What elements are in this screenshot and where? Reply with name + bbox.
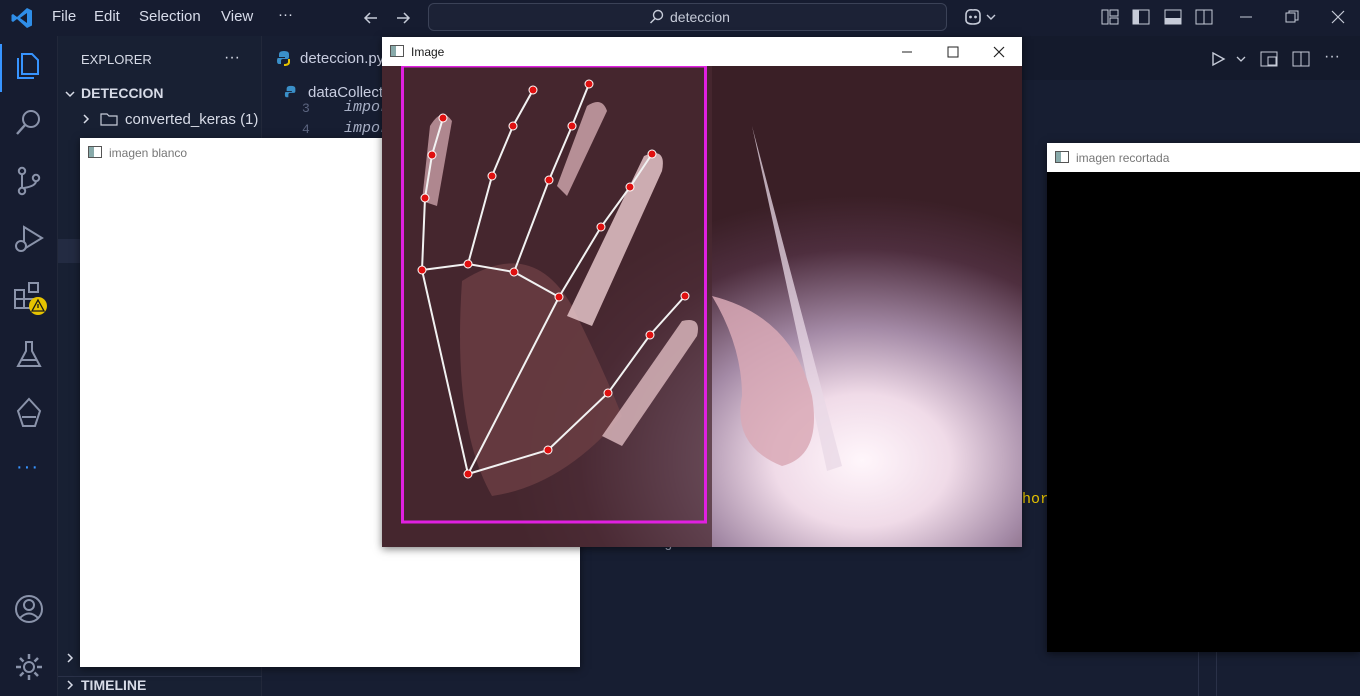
project-folder-title[interactable]: DETECCION xyxy=(81,85,163,101)
run-python-icon[interactable] xyxy=(1210,51,1226,67)
landmark-point xyxy=(528,85,538,95)
chevron-down-icon[interactable] xyxy=(1236,54,1246,64)
menu-edit[interactable]: Edit xyxy=(94,8,120,25)
close-icon[interactable] xyxy=(1330,9,1346,25)
landmark-point xyxy=(420,193,430,203)
window-close-button[interactable] xyxy=(976,37,1022,66)
search-view-icon[interactable] xyxy=(12,106,46,140)
landmark-point xyxy=(543,445,553,455)
tab-label: deteccion.py xyxy=(300,50,385,67)
line-number: 3 xyxy=(302,101,310,116)
window-title: imagen blanco xyxy=(109,146,188,160)
explorer-header: EXPLORER xyxy=(81,52,152,67)
customize-layout-icon[interactable] xyxy=(1101,9,1119,25)
restore-icon[interactable] xyxy=(1284,9,1300,25)
more-views-icon[interactable]: ··· xyxy=(16,456,46,478)
editor-more-actions[interactable]: ··· xyxy=(1324,48,1340,66)
landmark-point xyxy=(487,171,497,181)
landmark-point xyxy=(645,330,655,340)
close-icon xyxy=(993,46,1005,57)
code-fragment: hor xyxy=(1022,491,1050,508)
source-control-icon[interactable] xyxy=(12,164,46,198)
python-file-icon xyxy=(284,85,296,98)
landmark-point xyxy=(427,150,437,160)
tab-deteccion[interactable]: deteccion.py xyxy=(262,36,392,80)
forward-arrow-icon[interactable] xyxy=(394,9,412,27)
testing-icon[interactable] xyxy=(12,338,46,372)
landmark-point xyxy=(508,121,518,131)
folder-icon xyxy=(100,113,118,126)
landmark-point xyxy=(463,259,473,269)
vscode-logo-icon xyxy=(11,8,32,28)
cropped-image-canvas xyxy=(1047,172,1360,652)
back-arrow-icon[interactable] xyxy=(362,9,380,27)
window-title: Image xyxy=(411,45,445,59)
python-file-icon xyxy=(277,51,290,66)
landmark-point xyxy=(567,121,577,131)
account-icon[interactable] xyxy=(12,592,46,626)
window-minimize-button[interactable] xyxy=(884,37,930,66)
landmark-point xyxy=(544,175,554,185)
landmark-point xyxy=(463,469,473,479)
explorer-more-button[interactable]: ··· xyxy=(224,49,240,67)
minimize-icon xyxy=(902,51,912,52)
window-imagen-recortada: imagen recortada xyxy=(1047,143,1360,652)
window-app-icon xyxy=(1055,151,1069,163)
window-maximize-button[interactable] xyxy=(930,37,976,66)
open-preview-icon[interactable] xyxy=(1260,51,1278,67)
chevron-down-icon[interactable] xyxy=(64,88,76,100)
menu-view[interactable]: View xyxy=(221,8,253,25)
landmark-point xyxy=(603,388,613,398)
minimize-icon[interactable] xyxy=(1238,9,1254,25)
timeline-section[interactable]: TIMELINE xyxy=(81,677,146,693)
landmark-point xyxy=(417,265,427,275)
landmark-point xyxy=(680,291,690,301)
split-editor-icon[interactable] xyxy=(1292,51,1310,67)
title-bar: File Edit Selection View ··· deteccion xyxy=(0,0,1360,36)
window-app-icon xyxy=(88,146,102,158)
line-number: 4 xyxy=(302,122,310,137)
window-image: Image xyxy=(382,37,1022,547)
landmark-point xyxy=(584,79,594,89)
chevron-right-icon[interactable] xyxy=(80,113,92,125)
landmark-point xyxy=(438,113,448,123)
gear-icon[interactable] xyxy=(12,650,46,684)
maximize-icon xyxy=(947,46,959,57)
explorer-icon[interactable] xyxy=(12,48,46,82)
chevron-right-icon[interactable] xyxy=(64,652,76,664)
toggle-panel-icon[interactable] xyxy=(1164,9,1182,25)
chevron-right-icon[interactable] xyxy=(64,679,76,691)
window-title: imagen recortada xyxy=(1076,151,1170,165)
active-indicator xyxy=(0,44,2,92)
landmark-point xyxy=(509,267,519,277)
warning-badge-icon xyxy=(29,297,47,315)
search-text: deteccion xyxy=(670,9,730,25)
window-titlebar[interactable]: imagen recortada xyxy=(1047,143,1360,172)
activity-bar: ··· xyxy=(0,36,58,696)
search-icon xyxy=(649,9,664,24)
menu-more[interactable]: ··· xyxy=(278,6,293,23)
toggle-sidebar-icon[interactable] xyxy=(1132,9,1150,25)
window-app-icon xyxy=(390,45,404,57)
landmark-point xyxy=(625,182,635,192)
remote-explorer-icon[interactable] xyxy=(12,396,46,430)
run-debug-icon[interactable] xyxy=(12,222,46,256)
toggle-secondary-sidebar-icon[interactable] xyxy=(1195,9,1213,25)
command-center-search[interactable]: deteccion xyxy=(428,3,947,31)
folder-converted-keras[interactable]: converted_keras (1) xyxy=(125,111,258,128)
menu-selection[interactable]: Selection xyxy=(139,8,201,25)
camera-frame xyxy=(382,66,1022,547)
selected-row-highlight xyxy=(58,239,80,263)
landmark-point xyxy=(647,149,657,159)
landmark-point xyxy=(554,292,564,302)
menu-file[interactable]: File xyxy=(52,8,76,25)
window-titlebar[interactable]: Image xyxy=(382,37,1022,66)
landmark-point xyxy=(596,222,606,232)
copilot-icon[interactable] xyxy=(962,7,998,27)
